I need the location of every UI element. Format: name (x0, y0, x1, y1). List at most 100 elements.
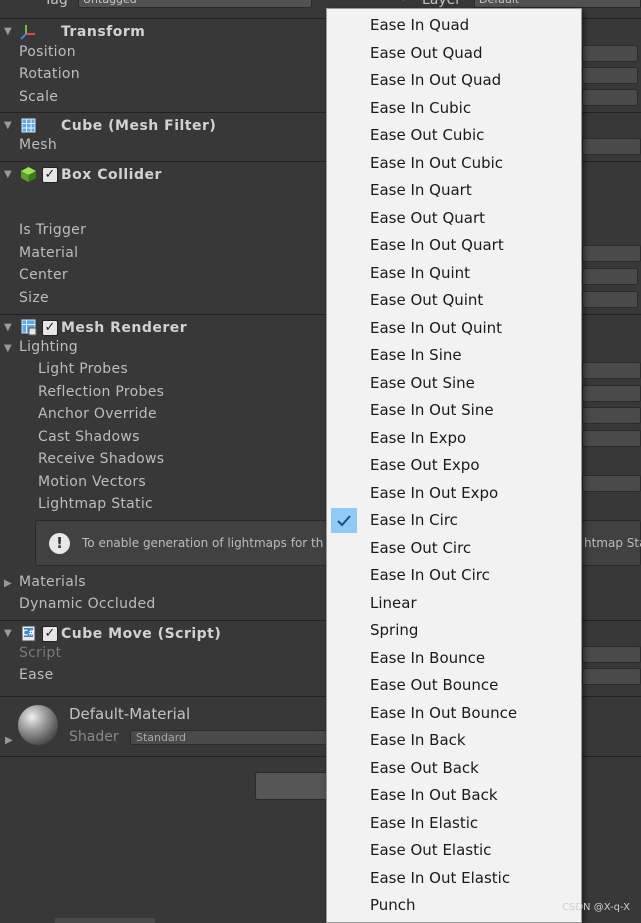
scale-field[interactable] (582, 89, 638, 106)
enabled-checkbox[interactable]: ✓ (42, 625, 58, 642)
menu-item[interactable]: Ease In Out Bounce (327, 700, 581, 728)
menu-item-label: Ease Out Expo (370, 456, 480, 474)
anchor-override-field[interactable] (582, 407, 641, 424)
menu-item[interactable]: Ease In Elastic (327, 810, 581, 838)
menu-item[interactable]: Linear (327, 590, 581, 618)
mesh-field[interactable] (582, 138, 641, 155)
component-title: Cube (Mesh Filter) (61, 117, 217, 134)
mesh-renderer-icon (20, 319, 37, 336)
foldout-arrow-icon[interactable]: ▼ (4, 169, 12, 180)
menu-item-label: Linear (370, 593, 417, 612)
center-label: Center (19, 267, 68, 283)
foldout-arrow-icon[interactable]: ▼ (4, 120, 12, 131)
material-sphere-icon (18, 705, 58, 745)
lightmap-static-label: Lightmap Static (38, 496, 154, 512)
menu-item-label: Ease Out Back (370, 758, 479, 777)
ease-dropdown-menu[interactable]: Ease In Quad Ease Out Quad Ease In Out Qua… (326, 8, 582, 923)
menu-item-label: Ease In Elastic (370, 813, 479, 832)
foldout-arrow-icon[interactable]: ▼ (4, 26, 12, 37)
menu-item[interactable]: Ease Out Sine (327, 370, 581, 398)
menu-item[interactable]: Ease In Out Expo (327, 480, 581, 508)
menu-item[interactable]: Ease In Back (327, 727, 581, 755)
light-probes-field[interactable] (582, 362, 641, 379)
menu-item[interactable]: Ease In Out Back (327, 782, 581, 810)
menu-item-label: Ease In Circ (370, 511, 458, 529)
menu-item[interactable]: Ease In Bounce (327, 645, 581, 673)
menu-item-label: Ease Out Elastic (370, 841, 492, 859)
shader-dropdown[interactable]: Standard (130, 730, 330, 745)
menu-item-label: Ease Out Bounce (370, 676, 499, 694)
menu-item[interactable]: Ease In Out Quart (327, 232, 581, 260)
menu-item[interactable]: Ease In Out Quad (327, 67, 581, 95)
menu-item[interactable]: Ease In Expo (327, 425, 581, 453)
menu-item[interactable]: Ease Out Circ (327, 535, 581, 563)
menu-item[interactable]: Ease In Circ (327, 507, 581, 535)
motion-vectors-field[interactable] (582, 475, 641, 492)
checkmark-icon (331, 508, 357, 533)
menu-item[interactable]: Ease In Out Quint (327, 315, 581, 343)
menu-item[interactable]: Ease Out Elastic (327, 837, 581, 865)
light-probes-label: Light Probes (38, 361, 128, 377)
menu-item-label: Ease Out Cubic (370, 126, 485, 144)
menu-item-label: Ease In Out Expo (370, 483, 499, 502)
menu-item-label: Ease Out Quart (370, 208, 485, 227)
menu-item[interactable]: Ease In Out Sine (327, 397, 581, 425)
menu-item[interactable]: Punch (327, 892, 581, 920)
center-field[interactable] (582, 268, 638, 285)
component-title: Box Collider (61, 166, 162, 183)
menu-item[interactable]: Ease Out Bounce (327, 672, 581, 700)
info-icon: ! (49, 533, 70, 554)
menu-item[interactable]: Ease Out Cubic (327, 122, 581, 150)
menu-item-label: Ease In Out Quint (370, 318, 503, 337)
menu-item[interactable]: Ease In Cubic (327, 95, 581, 123)
foldout-arrow-icon[interactable]: ▶ (5, 735, 13, 746)
menu-item-label: Ease In Quart (370, 181, 472, 199)
material-field[interactable] (582, 245, 641, 262)
lighting-label[interactable]: Lighting (19, 339, 78, 355)
script-field[interactable] (582, 646, 641, 663)
shader-label: Shader (69, 729, 119, 745)
enabled-checkbox[interactable]: ✓ (42, 166, 58, 183)
foldout-arrow-icon[interactable]: ▶ (4, 578, 12, 589)
menu-item[interactable]: Ease In Quint (327, 260, 581, 288)
foldout-arrow-icon[interactable]: ▼ (4, 322, 12, 333)
menu-item[interactable]: Spring (327, 617, 581, 645)
chevron-down-icon: ▾ (401, 0, 406, 4)
position-field[interactable] (582, 45, 638, 62)
menu-item-label: Ease In Out Quad (370, 71, 502, 89)
enabled-checkbox[interactable]: ✓ (42, 319, 58, 336)
layer-label: Layer (422, 0, 462, 8)
ease-field[interactable] (582, 668, 641, 685)
menu-item[interactable]: Ease In Out Circ (327, 562, 581, 590)
size-field[interactable] (582, 291, 638, 308)
menu-item[interactable]: Ease In Quart (327, 177, 581, 205)
menu-item[interactable]: Ease In Sine (327, 342, 581, 370)
rotation-field[interactable] (582, 67, 638, 84)
materials-label[interactable]: Materials (19, 574, 86, 590)
box-collider-icon (20, 166, 37, 183)
script-label: Script (19, 645, 62, 661)
menu-item[interactable]: Ease Out Quint (327, 287, 581, 315)
menu-item-label: Ease In Bounce (370, 648, 486, 667)
menu-item[interactable]: Ease Out Back (327, 755, 581, 783)
menu-item[interactable]: Ease In Out Cubic (327, 150, 581, 178)
menu-item-label: Spring (370, 621, 419, 639)
foldout-arrow-icon[interactable]: ▼ (4, 343, 12, 354)
menu-item[interactable]: Ease In Quad (327, 12, 581, 40)
receive-shadows-label: Receive Shadows (38, 451, 165, 467)
tag-dropdown[interactable]: Untagged (78, 0, 312, 8)
transform-axes-icon (20, 23, 37, 40)
add-component-button[interactable] (255, 772, 335, 800)
menu-item[interactable]: Ease Out Quart (327, 205, 581, 233)
script-icon: C# (20, 625, 37, 642)
cast-shadows-field[interactable] (582, 430, 641, 447)
menu-item[interactable]: Ease Out Expo (327, 452, 581, 480)
scrollbar[interactable] (55, 918, 155, 923)
layer-dropdown[interactable]: Default (474, 0, 641, 8)
foldout-arrow-icon[interactable]: ▼ (4, 628, 12, 639)
menu-item[interactable]: Ease In Out Elastic (327, 865, 581, 893)
mesh-filter-icon (20, 117, 37, 134)
component-title: Cube Move (Script) (61, 625, 222, 642)
reflection-probes-field[interactable] (582, 385, 641, 402)
menu-item[interactable]: Ease Out Quad (327, 40, 581, 68)
